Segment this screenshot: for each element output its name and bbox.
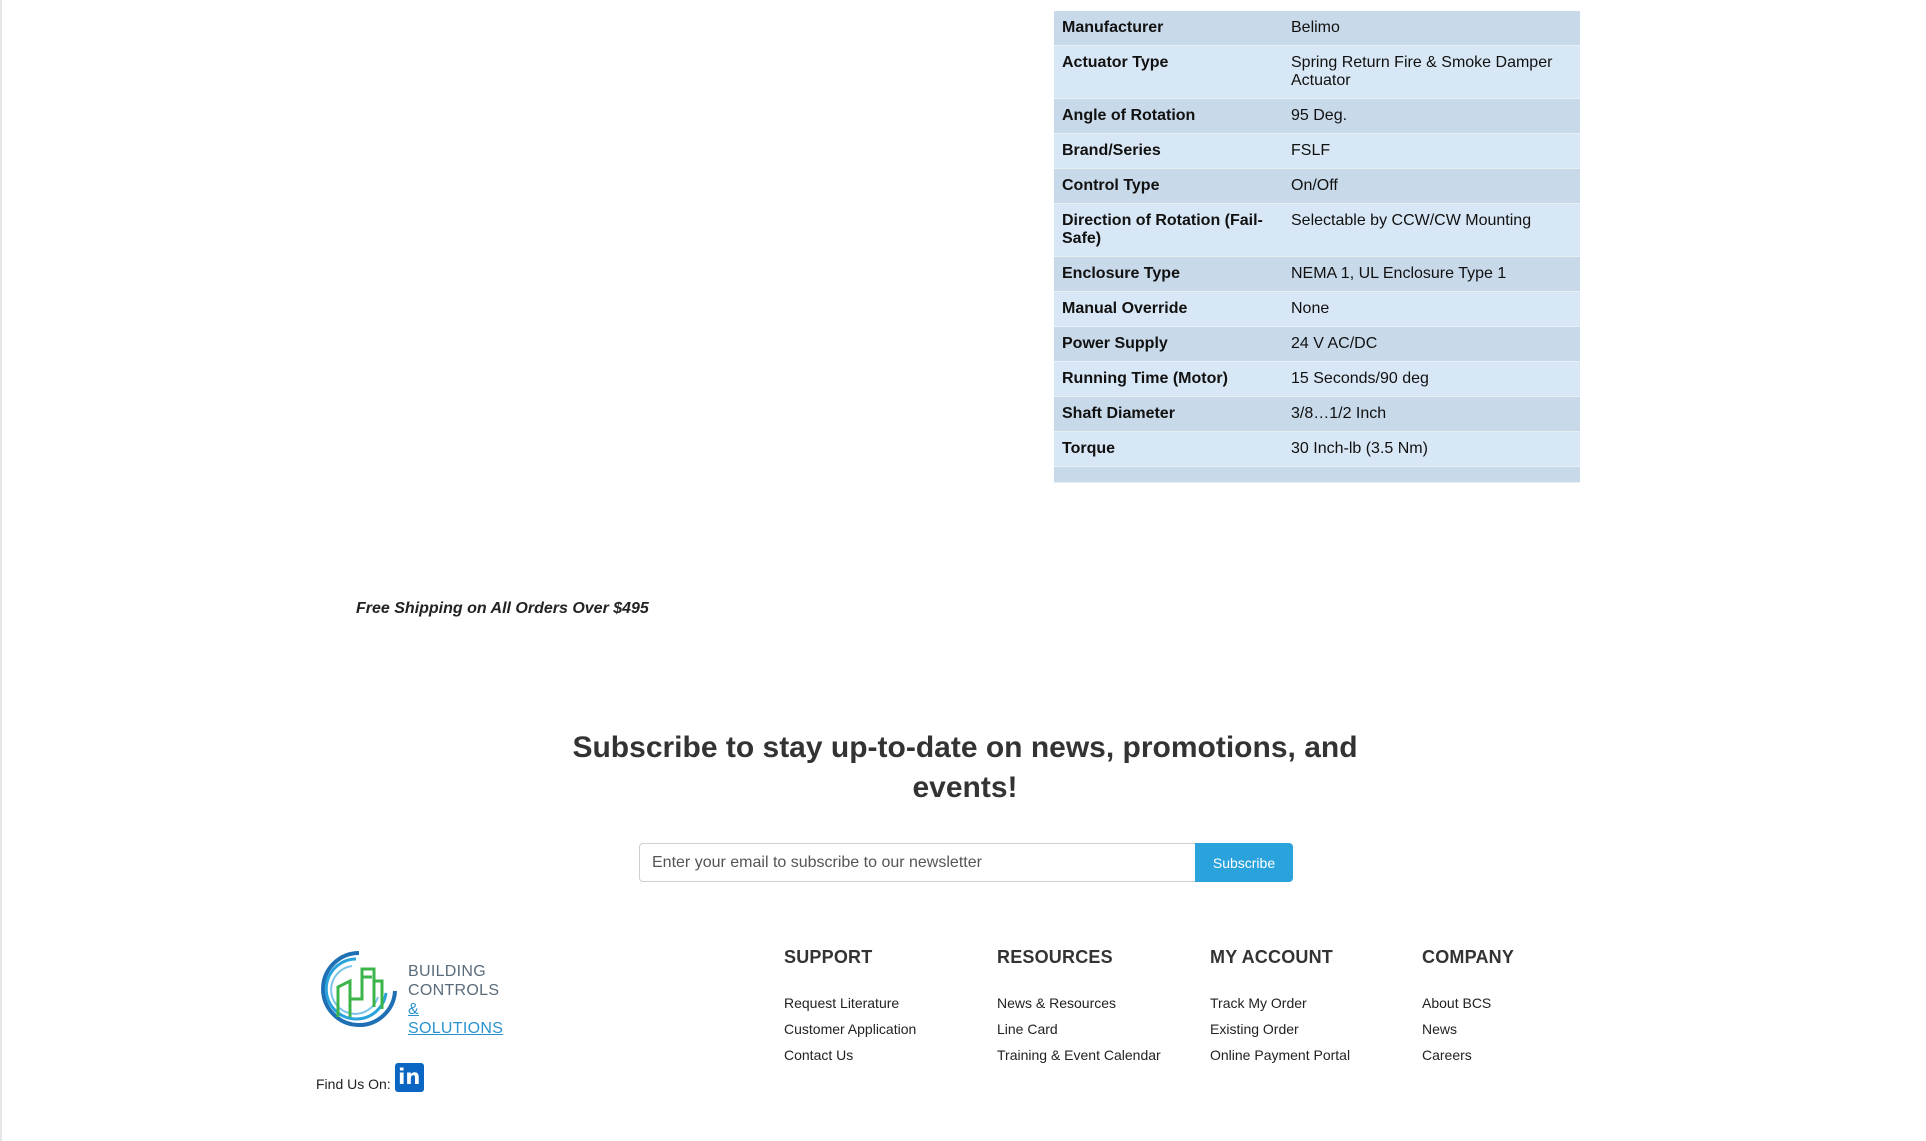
- footer-link-news-resources[interactable]: News & Resources: [997, 995, 1116, 1011]
- footer-link-contact-us[interactable]: Contact Us: [784, 1047, 853, 1063]
- spec-row: Power Supply 24 V AC/DC: [1054, 326, 1580, 362]
- spec-row: Shaft Diameter 3/8…1/2 Inch: [1054, 396, 1580, 432]
- spec-table-footer-row: [1054, 466, 1580, 483]
- footer-column-company: COMPANY About BCS News Careers: [1422, 947, 1514, 1068]
- logo-line-3: & SOLUTIONS: [408, 1001, 504, 1037]
- spec-label: Actuator Type: [1054, 45, 1283, 99]
- page-left-border: [0, 0, 2, 1141]
- social-links: Find Us On: in: [316, 1062, 424, 1092]
- spec-label: Running Time (Motor): [1054, 361, 1283, 397]
- spec-label: Manual Override: [1054, 291, 1283, 327]
- spec-value: 30 Inch-lb (3.5 Nm): [1283, 431, 1580, 467]
- spec-label: Manufacturer: [1054, 11, 1283, 46]
- spec-value: 15 Seconds/90 deg: [1283, 361, 1580, 397]
- spec-value: On/Off: [1283, 168, 1580, 204]
- newsletter-heading: Subscribe to stay up-to-date on news, pr…: [572, 731, 1358, 804]
- spec-value: None: [1283, 291, 1580, 327]
- footer-link-request-literature[interactable]: Request Literature: [784, 995, 899, 1011]
- footer-link-list: Track My Order Existing Order Online Pay…: [1210, 990, 1350, 1068]
- spec-spacer-cell: [1283, 466, 1580, 483]
- footer-link-training-calendar[interactable]: Training & Event Calendar: [997, 1047, 1161, 1063]
- free-shipping-note: Free Shipping on All Orders Over $495: [356, 600, 649, 617]
- logo-line-2: CONTROLS: [408, 982, 500, 999]
- footer-link-track-order[interactable]: Track My Order: [1210, 995, 1307, 1011]
- spec-row: Brand/Series FSLF: [1054, 133, 1580, 169]
- newsletter-form: Subscribe: [639, 843, 1293, 882]
- spec-label: Power Supply: [1054, 326, 1283, 362]
- find-us-label: Find Us On:: [316, 1076, 391, 1092]
- spec-label: Torque: [1054, 431, 1283, 467]
- spec-label: Angle of Rotation: [1054, 98, 1283, 134]
- footer-column-title: COMPANY: [1422, 947, 1515, 967]
- footer-link-payment-portal[interactable]: Online Payment Portal: [1210, 1047, 1350, 1063]
- footer-link-list: News & Resources Line Card Training & Ev…: [997, 990, 1161, 1068]
- spec-label: Control Type: [1054, 168, 1283, 204]
- spec-value: FSLF: [1283, 133, 1580, 169]
- spec-value: Spring Return Fire & Smoke Damper Actuat…: [1283, 45, 1580, 99]
- footer-column-title: MY ACCOUNT: [1210, 947, 1333, 967]
- spec-value: Belimo: [1283, 11, 1580, 46]
- footer-column-support: SUPPORT Request Literature Customer Appl…: [784, 947, 916, 1068]
- logo-mark-icon: [321, 951, 397, 1027]
- spec-row: Running Time (Motor) 15 Seconds/90 deg: [1054, 361, 1580, 397]
- linkedin-icon[interactable]: in: [394, 1062, 424, 1092]
- spec-value: 24 V AC/DC: [1283, 326, 1580, 362]
- footer-link-careers[interactable]: Careers: [1422, 1047, 1472, 1063]
- spec-value: 95 Deg.: [1283, 98, 1580, 134]
- footer-link-line-card[interactable]: Line Card: [997, 1021, 1058, 1037]
- spec-value: 3/8…1/2 Inch: [1283, 396, 1580, 432]
- subscribe-button[interactable]: Subscribe: [1195, 843, 1293, 882]
- spec-row: Direction of Rotation (Fail-Safe) Selecta…: [1054, 203, 1580, 257]
- spec-label: Enclosure Type: [1054, 256, 1283, 292]
- spec-label: Brand/Series: [1054, 133, 1283, 169]
- specifications-table-body: Manufacturer Belimo Actuator Type Spring Re…: [1054, 11, 1580, 483]
- footer-column-my-account: MY ACCOUNT Track My Order Existing Order…: [1210, 947, 1350, 1068]
- footer-column-title: RESOURCES: [997, 947, 1113, 967]
- footer-link-about[interactable]: About BCS: [1422, 995, 1491, 1011]
- footer-column-title: SUPPORT: [784, 947, 873, 967]
- spec-row: Actuator Type Spring Return Fire & Smoke …: [1054, 45, 1580, 99]
- logo-wordmark: BUILDING CONTROLS & SOLUTIONS: [408, 962, 506, 1038]
- spec-row: Manufacturer Belimo: [1054, 11, 1580, 46]
- footer-link-news[interactable]: News: [1422, 1021, 1457, 1037]
- spec-label: Shaft Diameter: [1054, 396, 1283, 432]
- spec-row: Torque 30 Inch-lb (3.5 Nm): [1054, 431, 1580, 467]
- footer-link-customer-application[interactable]: Customer Application: [784, 1021, 916, 1037]
- spec-spacer-cell: [1054, 466, 1283, 483]
- footer-link-list: Request Literature Customer Application …: [784, 990, 916, 1068]
- specifications-table: Manufacturer Belimo Actuator Type Spring Re…: [1054, 11, 1580, 483]
- spec-row: Enclosure Type NEMA 1, UL Enclosure Type …: [1054, 256, 1580, 292]
- spec-row: Angle of Rotation 95 Deg.: [1054, 98, 1580, 134]
- newsletter-email-input[interactable]: [639, 843, 1195, 882]
- footer-link-existing-order[interactable]: Existing Order: [1210, 1021, 1299, 1037]
- footer-link-list: About BCS News Careers: [1422, 990, 1514, 1068]
- logo-line-1: BUILDING: [408, 963, 486, 980]
- spec-row: Control Type On/Off: [1054, 168, 1580, 204]
- company-logo[interactable]: BUILDING CONTROLS & SOLUTIONS: [316, 947, 506, 1037]
- spec-value: NEMA 1, UL Enclosure Type 1: [1283, 256, 1580, 292]
- footer-column-resources: RESOURCES News & Resources Line Card Tra…: [997, 947, 1161, 1068]
- spec-row: Manual Override None: [1054, 291, 1580, 327]
- spec-label: Direction of Rotation (Fail-Safe): [1054, 203, 1283, 257]
- spec-value: Selectable by CCW/CW Mounting: [1283, 203, 1580, 257]
